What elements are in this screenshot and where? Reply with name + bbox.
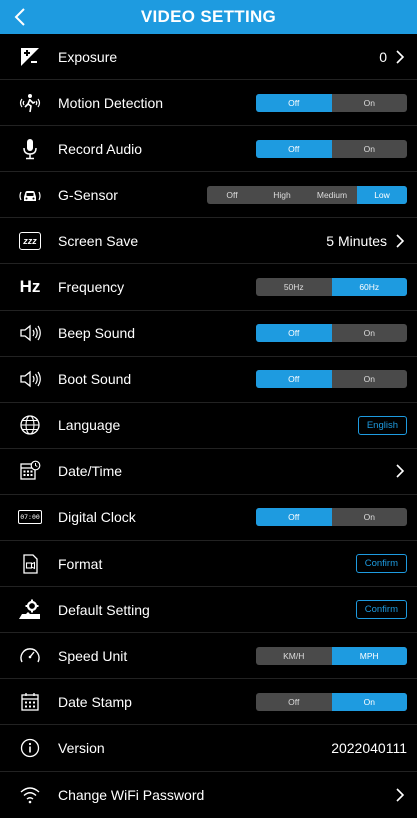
boot-on-option[interactable]: On xyxy=(332,370,408,388)
frequency-label: Frequency xyxy=(58,279,125,296)
setting-row-g-sensor: G-Sensor Off High Medium Low xyxy=(0,172,417,219)
motion-on-option[interactable]: On xyxy=(332,94,408,112)
format-confirm-button[interactable]: Confirm xyxy=(355,554,407,574)
speaker-icon xyxy=(18,367,42,391)
audio-off-option[interactable]: Off xyxy=(256,139,332,158)
setting-row-frequency: Hz Frequency 50Hz 60Hz xyxy=(0,264,417,311)
boot-sound-label: Boot Sound xyxy=(58,371,132,388)
record-audio-label: Record Audio xyxy=(58,140,143,157)
date-time-label: Date/Time xyxy=(58,463,123,480)
setting-row-speed-unit: Speed Unit KM/H MPH xyxy=(0,633,417,680)
setting-row-boot-sound: Boot Sound Off On xyxy=(0,357,417,403)
clock-off-option[interactable]: Off xyxy=(256,508,332,527)
format-label: Format xyxy=(58,555,103,572)
setting-row-language: Language English xyxy=(0,403,417,449)
chevron-right-icon xyxy=(393,463,407,479)
frequency-50hz-option[interactable]: 50Hz xyxy=(256,278,332,296)
setting-row-change-wifi-password[interactable]: Change WiFi Password xyxy=(0,772,417,818)
exposure-label: Exposure xyxy=(58,48,118,65)
motion-detection-toggle[interactable]: Off On xyxy=(256,93,408,112)
g-sensor-off-option[interactable]: Off xyxy=(207,186,257,204)
screen-save-value: 5 Minutes xyxy=(326,232,387,249)
record-audio-toggle[interactable]: Off On xyxy=(256,139,408,158)
digital-clock-icon: 07:00 xyxy=(18,505,42,529)
microphone-icon xyxy=(18,137,42,161)
date-stamp-on-option[interactable]: On xyxy=(331,692,407,711)
chevron-right-icon xyxy=(393,49,407,65)
exposure-icon xyxy=(18,45,42,69)
setting-row-digital-clock: 07:00 Digital Clock Off On xyxy=(0,495,417,542)
setting-row-default-setting: Default Setting Confirm xyxy=(0,587,417,634)
chevron-right-icon xyxy=(393,233,407,249)
zzz-glyph: zzz xyxy=(19,231,41,250)
settings-list: Exposure 0 Motion Detection Off On Recor… xyxy=(0,34,417,818)
change-wifi-password-label: Change WiFi Password xyxy=(58,786,205,803)
boot-off-option[interactable]: Off xyxy=(256,370,332,389)
reset-icon xyxy=(18,598,42,622)
title-bar: VIDEO SETTING xyxy=(0,0,417,34)
language-select-button[interactable]: English xyxy=(357,415,407,435)
beep-off-option[interactable]: Off xyxy=(256,324,332,343)
boot-sound-toggle[interactable]: Off On xyxy=(256,370,408,389)
g-sensor-selector[interactable]: Off High Medium Low xyxy=(207,185,407,204)
g-sensor-medium-option[interactable]: Medium xyxy=(307,186,357,204)
globe-icon xyxy=(18,413,42,437)
motion-detection-label: Motion Detection xyxy=(58,94,164,111)
screen-save-label: Screen Save xyxy=(58,232,139,249)
speed-unit-label: Speed Unit xyxy=(58,647,128,664)
setting-row-date-time[interactable]: Date/Time xyxy=(0,449,417,495)
speaker-icon xyxy=(18,321,42,345)
page-title: VIDEO SETTING xyxy=(140,7,277,26)
car-sensor-icon xyxy=(18,183,42,207)
calendar-icon xyxy=(18,690,42,714)
version-label: Version xyxy=(58,739,105,756)
chevron-left-icon xyxy=(14,8,25,26)
beep-on-option[interactable]: On xyxy=(332,324,408,342)
calendar-clock-icon xyxy=(18,459,42,483)
speed-mph-option[interactable]: MPH xyxy=(331,646,407,665)
date-stamp-toggle[interactable]: Off On xyxy=(256,692,407,711)
setting-row-date-stamp: Date Stamp Off On xyxy=(0,679,417,726)
beep-sound-toggle[interactable]: Off On xyxy=(256,324,408,343)
version-value: 2022040111 xyxy=(331,739,407,756)
format-icon xyxy=(18,552,42,576)
digital-clock-label: Digital Clock xyxy=(58,509,136,526)
info-icon xyxy=(18,736,42,760)
clock-on-option[interactable]: On xyxy=(332,508,408,526)
default-setting-confirm-button[interactable]: Confirm xyxy=(355,600,407,620)
setting-row-exposure[interactable]: Exposure 0 xyxy=(0,34,417,81)
date-stamp-label: Date Stamp xyxy=(58,693,132,710)
frequency-toggle[interactable]: 50Hz 60Hz xyxy=(256,278,407,297)
exposure-value: 0 xyxy=(379,48,387,65)
clock-glyph: 07:00 xyxy=(18,510,42,525)
hz-icon: Hz xyxy=(18,275,42,299)
g-sensor-label: G-Sensor xyxy=(58,186,118,203)
setting-row-screen-save[interactable]: zzz Screen Save 5 Minutes xyxy=(0,218,417,265)
wifi-icon xyxy=(18,783,42,807)
motion-icon xyxy=(18,91,42,115)
setting-row-format: Format Confirm xyxy=(0,541,417,588)
setting-row-record-audio: Record Audio Off On xyxy=(0,126,417,173)
language-label: Language xyxy=(58,417,121,434)
date-stamp-off-option[interactable]: Off xyxy=(256,693,332,711)
audio-on-option[interactable]: On xyxy=(332,140,408,158)
back-button[interactable] xyxy=(6,0,34,34)
speedometer-icon xyxy=(18,644,42,668)
chevron-right-icon xyxy=(393,787,407,803)
speed-unit-toggle[interactable]: KM/H MPH xyxy=(256,646,407,665)
hz-glyph: Hz xyxy=(19,277,41,297)
motion-off-option[interactable]: Off xyxy=(256,93,332,112)
setting-row-version: Version 2022040111 xyxy=(0,725,417,772)
zzz-icon: zzz xyxy=(18,229,42,253)
g-sensor-low-option[interactable]: Low xyxy=(357,185,407,204)
default-setting-label: Default Setting xyxy=(58,601,150,618)
g-sensor-high-option[interactable]: High xyxy=(257,186,307,204)
frequency-60hz-option[interactable]: 60Hz xyxy=(331,278,407,297)
setting-row-motion-detection: Motion Detection Off On xyxy=(0,80,417,127)
digital-clock-toggle[interactable]: Off On xyxy=(256,508,408,527)
beep-sound-label: Beep Sound xyxy=(58,325,136,342)
speed-kmh-option[interactable]: KM/H xyxy=(256,647,332,665)
setting-row-beep-sound: Beep Sound Off On xyxy=(0,311,417,357)
